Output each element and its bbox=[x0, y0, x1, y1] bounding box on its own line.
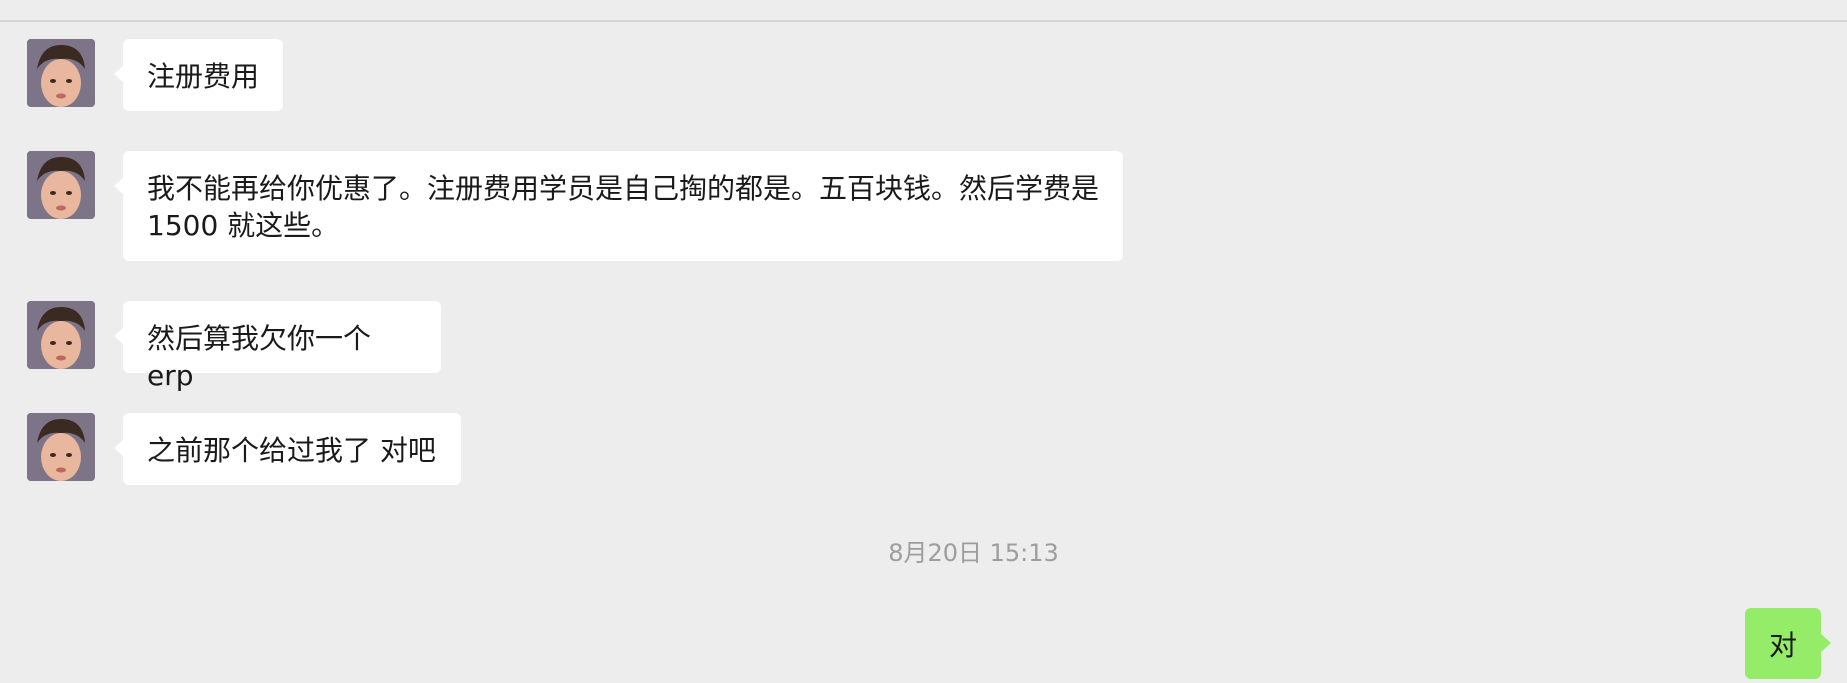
message-bubble[interactable]: 然后算我欠你一个erp bbox=[114, 301, 441, 392]
message-text: 注册费用 bbox=[147, 60, 260, 93]
message-text: 然后算我欠你一个erp bbox=[147, 322, 372, 392]
avatar-photo-icon bbox=[27, 151, 95, 219]
message-bubble[interactable]: 之前那个给过我了 对吧 bbox=[114, 413, 461, 485]
avatar-photo-icon bbox=[27, 301, 95, 369]
message-bubble[interactable]: 注册费用 bbox=[114, 39, 283, 111]
message-text: 之前那个给过我了 对吧 bbox=[147, 434, 436, 467]
contact-avatar[interactable] bbox=[27, 413, 95, 481]
self-message-text: 对 bbox=[1768, 628, 1797, 662]
self-message-bubble[interactable]: 对 bbox=[1745, 608, 1831, 679]
message-text: 我不能再给你优惠了。注册费用学员是自己掏的都是。五百块钱。然后学费是 1500 … bbox=[147, 172, 1100, 242]
top-divider bbox=[0, 20, 1847, 22]
contact-avatar[interactable] bbox=[27, 151, 95, 219]
chat-window: 注册费用 我不能再给你优惠了。注册费用学员是自己掏的都是。五百块钱。然后学费是 … bbox=[0, 0, 1847, 683]
contact-avatar[interactable] bbox=[27, 39, 95, 107]
avatar-photo-icon bbox=[27, 413, 95, 481]
message-timestamp: 8月20日 15:13 bbox=[888, 539, 1059, 567]
message-bubble[interactable]: 我不能再给你优惠了。注册费用学员是自己掏的都是。五百块钱。然后学费是 1500 … bbox=[114, 151, 1123, 261]
contact-avatar[interactable] bbox=[27, 301, 95, 369]
avatar-photo-icon bbox=[27, 39, 95, 107]
